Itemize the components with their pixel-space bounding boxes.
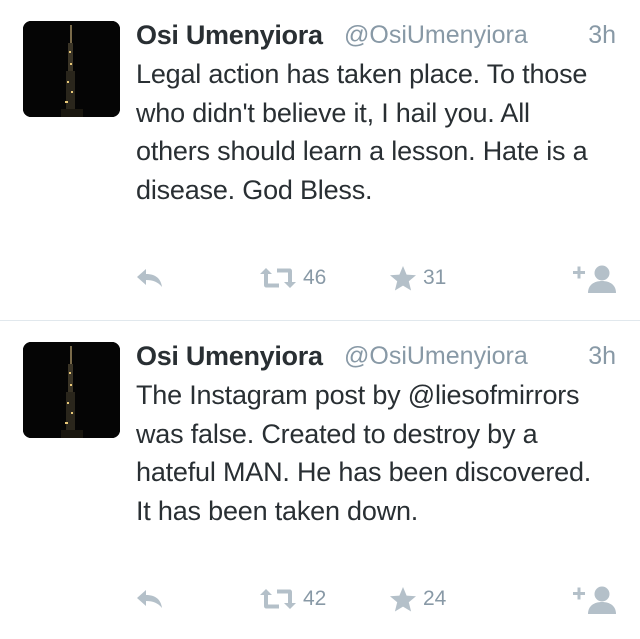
favorite-count: 31 (423, 266, 447, 289)
reply-button[interactable] (135, 258, 165, 298)
display-name[interactable]: Osi Umenyiora (136, 17, 323, 53)
favorite-button[interactable]: 24 (389, 579, 446, 619)
timestamp: 3h (588, 21, 616, 49)
user-handle[interactable]: @OsiUmenyiora (344, 338, 528, 374)
timestamp: 3h (588, 342, 616, 370)
tweet-actions: 42 24 (0, 579, 640, 619)
display-name[interactable]: Osi Umenyiora (136, 338, 323, 374)
star-icon (390, 265, 416, 290)
avatar[interactable] (23, 342, 120, 438)
reply-button[interactable] (135, 579, 165, 619)
follow-button[interactable] (571, 258, 617, 298)
tweet-text: The Instagram post by @liesofmirrors was… (136, 380, 592, 526)
tweet[interactable]: Osi Umenyiora @OsiUmenyiora 3h The Insta… (0, 321, 640, 639)
tweet-header: Osi Umenyiora @OsiUmenyiora 3h (136, 17, 616, 57)
retweet-button[interactable]: 46 (259, 258, 326, 298)
tweet-header: Osi Umenyiora @OsiUmenyiora 3h (136, 338, 616, 378)
favorite-count: 24 (423, 587, 447, 610)
follow-icon (573, 586, 616, 614)
follow-button[interactable] (571, 579, 617, 619)
star-icon (390, 586, 416, 611)
retweet-button[interactable]: 42 (259, 579, 326, 619)
reply-icon (137, 590, 162, 608)
retweet-count: 46 (303, 266, 327, 289)
tweet-feed: Osi Umenyiora @OsiUmenyiora 3h Legal act… (0, 0, 640, 639)
tweet-actions: 46 31 (0, 258, 640, 298)
tweet-text: Legal action has taken place. To those w… (136, 59, 588, 205)
retweet-icon (260, 268, 296, 288)
retweet-count: 42 (303, 587, 327, 610)
avatar[interactable] (23, 21, 120, 117)
user-handle[interactable]: @OsiUmenyiora (344, 17, 528, 53)
tweet[interactable]: Osi Umenyiora @OsiUmenyiora 3h Legal act… (0, 0, 640, 320)
retweet-icon (260, 589, 296, 609)
favorite-button[interactable]: 31 (389, 258, 446, 298)
reply-icon (137, 269, 162, 287)
follow-icon (573, 265, 616, 293)
